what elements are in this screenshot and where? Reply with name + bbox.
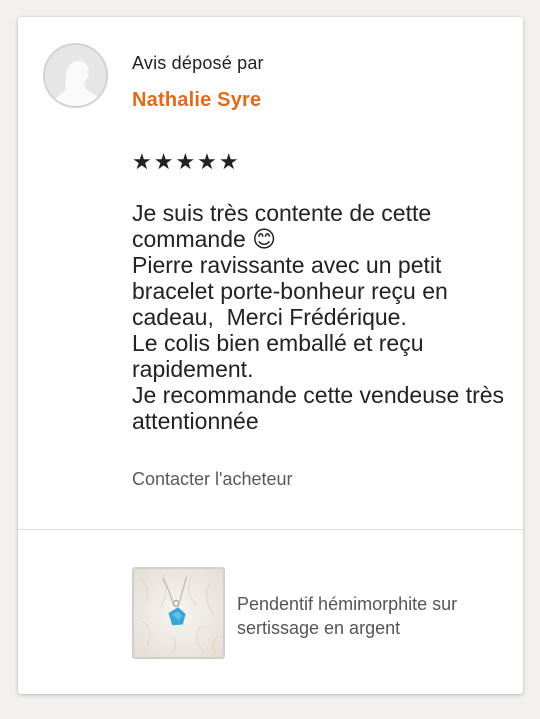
user-silhouette-icon [45,45,106,106]
product-image [134,569,223,657]
review-text: Je suis très contente de cette commande … [132,200,505,434]
review-card: Avis déposé par Nathalie Syre ★★★★★ Je s… [18,17,523,694]
reviewer-avatar[interactable] [43,43,108,108]
product-name-link[interactable]: Pendentif hémimorphite sur sertissage en… [237,592,507,640]
star-rating: ★★★★★ [132,149,241,174]
contact-buyer-link[interactable]: Contacter l'acheteur [132,469,293,490]
product-thumbnail[interactable] [132,567,225,659]
reviewer-name[interactable]: Nathalie Syre [132,89,261,112]
review-byline: Avis déposé par [132,53,264,73]
divider [18,529,523,530]
